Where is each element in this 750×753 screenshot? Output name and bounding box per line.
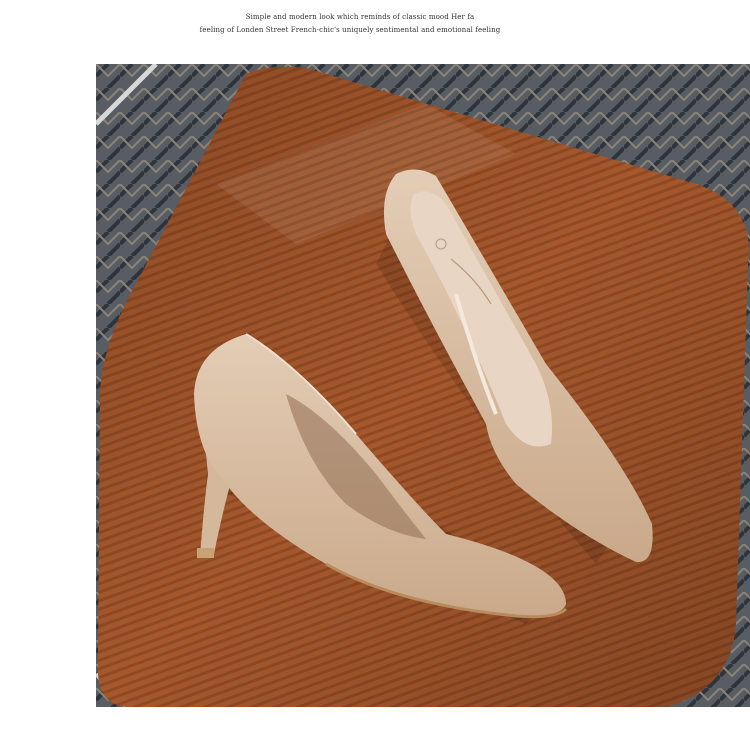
caption-line-1: Simple and modern look which reminds of … [245, 13, 475, 21]
caption-line-2: feeling of Londen Street French-chic's u… [199, 26, 501, 34]
product-photo [96, 64, 750, 707]
